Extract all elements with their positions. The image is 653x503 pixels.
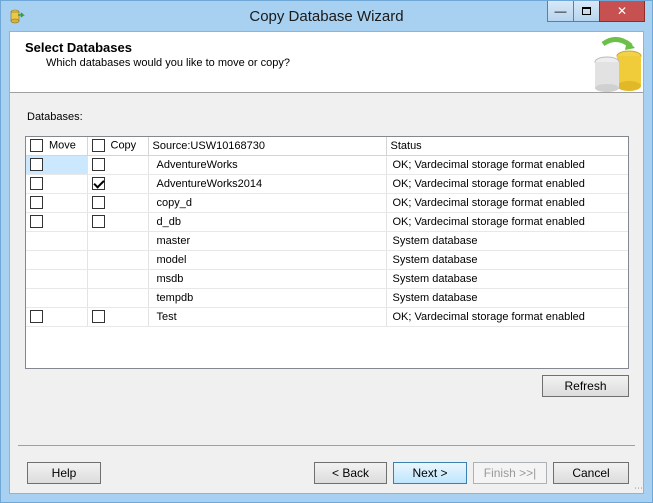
table-row[interactable]: AdventureWorks2014 OK; Vardecimal storage… [26,174,628,194]
move-checkbox[interactable] [30,196,43,209]
source-cell: copy_d [148,193,387,213]
copy-checkbox[interactable] [91,158,105,171]
copy-checkbox[interactable] [91,215,105,228]
maximize-icon [582,7,591,15]
source-cell: model [148,250,387,270]
status-cell: System database [386,288,628,308]
move-checkbox[interactable] [30,310,43,323]
copy-cell [87,193,149,213]
status-cell: OK; Vardecimal storage format enabled [386,193,628,213]
status-cell: System database [386,250,628,270]
move-cell [26,193,88,213]
databases-grid[interactable]: Move Copy Source:USW10168730 Status Adve… [25,136,629,369]
move-cell [26,250,88,270]
empty-row [26,345,628,364]
move-checkbox[interactable] [30,158,43,171]
copy-cell [87,231,149,251]
copy-all-checkbox[interactable] [91,139,105,153]
close-icon: ✕ [616,4,628,18]
column-header-copy[interactable]: Copy [87,137,149,156]
grid-header-row: Move Copy Source:USW10168730 Status [26,137,628,156]
status-cell: System database [386,231,628,251]
source-cell: Test [148,307,387,327]
source-cell: AdventureWorks2014 [148,174,387,194]
source-cell: master [148,231,387,251]
table-row[interactable]: AdventureWorks OK; Vardecimal storage for… [26,155,628,175]
column-header-status[interactable]: Status [386,137,628,156]
maximize-button[interactable] [573,1,600,22]
databases-table: Move Copy Source:USW10168730 Status Adve… [26,137,628,364]
table-row[interactable]: master System database [26,231,628,251]
copy-checkbox[interactable] [91,177,105,190]
status-cell: OK; Vardecimal storage format enabled [386,307,628,327]
page-title: Select Databases [25,40,132,55]
copy-cell [87,250,149,270]
copy-cell [87,212,149,232]
wizard-header: Select Databases Which databases would y… [10,32,643,93]
copy-cell [87,155,149,175]
copy-cell [87,307,149,327]
move-all-checkbox[interactable] [30,139,43,153]
move-checkbox[interactable] [30,215,43,228]
table-row[interactable]: Test OK; Vardecimal storage format enable… [26,307,628,327]
copy-cell [87,174,149,194]
move-checkbox[interactable] [30,177,43,190]
table-row[interactable]: msdb System database [26,269,628,289]
move-cell [26,288,88,308]
database-copy-banner-icon [594,37,642,92]
move-cell [26,269,88,289]
source-cell: d_db [148,212,387,232]
move-cell [26,212,88,232]
status-cell: OK; Vardecimal storage format enabled [386,174,628,194]
source-cell: tempdb [148,288,387,308]
move-cell [26,231,88,251]
table-row[interactable]: d_db OK; Vardecimal storage format enable… [26,212,628,232]
resize-grip-icon[interactable]: ⋯ [634,483,644,493]
column-header-source[interactable]: Source:USW10168730 [148,137,387,156]
copy-checkbox[interactable] [91,196,105,209]
finish-button[interactable]: Finish >>| [473,462,547,484]
close-button[interactable]: ✕ [599,1,645,22]
table-row[interactable]: model System database [26,250,628,270]
footer-divider [18,445,635,446]
title-bar[interactable]: Copy Database Wizard — ✕ [1,1,652,31]
source-cell: AdventureWorks [148,155,387,175]
copy-cell [87,269,149,289]
move-cell [26,307,88,327]
table-row[interactable]: tempdb System database [26,288,628,308]
empty-row [26,326,628,345]
move-cell [26,174,88,194]
cancel-button[interactable]: Cancel [553,462,629,484]
status-cell: OK; Vardecimal storage format enabled [386,212,628,232]
status-cell: System database [386,269,628,289]
help-button[interactable]: Help [27,462,101,484]
wizard-window: Copy Database Wizard — ✕ Select Database… [0,0,653,503]
wizard-client-area: Select Databases Which databases would y… [9,31,644,494]
move-cell [26,155,88,175]
column-header-move[interactable]: Move [26,137,88,156]
databases-label: Databases: [27,111,83,123]
copy-cell [87,288,149,308]
back-button[interactable]: < Back [314,462,387,484]
copy-checkbox[interactable] [91,310,105,323]
refresh-button[interactable]: Refresh [542,375,629,397]
page-subtitle: Which databases would you like to move o… [46,57,290,69]
minimize-icon: — [554,4,567,18]
table-row[interactable]: copy_d OK; Vardecimal storage format enab… [26,193,628,213]
status-cell: OK; Vardecimal storage format enabled [386,155,628,175]
next-button[interactable]: Next > [393,462,467,484]
source-cell: msdb [148,269,387,289]
minimize-button[interactable]: — [547,1,574,22]
